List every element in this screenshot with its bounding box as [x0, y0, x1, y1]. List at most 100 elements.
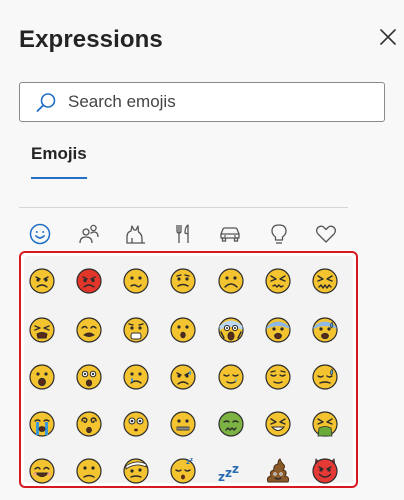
emoji-sleeping-face[interactable]: zz	[169, 457, 197, 485]
emoji-slightly-frowning-face[interactable]	[75, 457, 103, 485]
emoji-nauseated-face[interactable]	[217, 410, 245, 438]
emoji-zipper-mouth-face[interactable]	[169, 410, 197, 438]
emoji-grid: zzzzz	[19, 251, 358, 488]
divider	[19, 207, 348, 208]
emoji-fearful-face[interactable]	[264, 316, 292, 344]
emoji-confused-face[interactable]	[122, 267, 150, 295]
emoji-flushed-face[interactable]	[122, 410, 150, 438]
open-mouth-face-icon	[29, 364, 55, 390]
svg-text:z: z	[190, 457, 193, 463]
lightbulb-icon	[271, 224, 287, 244]
emoji-worried-face[interactable]	[169, 267, 197, 295]
sleeping-face-icon: zz	[170, 457, 196, 484]
close-button[interactable]	[378, 27, 398, 47]
emoji-frowning-face[interactable]	[217, 267, 245, 295]
emoji-downcast-sweat-face[interactable]	[311, 363, 339, 391]
smiley-face-icon	[29, 223, 51, 245]
animal-icon	[126, 225, 145, 244]
zzz-icon: zzz	[218, 462, 239, 484]
category-smileys[interactable]	[26, 218, 54, 250]
category-travel[interactable]	[216, 218, 244, 250]
car-icon	[220, 227, 240, 242]
emoji-confounded-face[interactable]	[311, 267, 339, 295]
emoji-astonished-face[interactable]	[75, 363, 103, 391]
emoji-sleepy-face[interactable]	[217, 363, 245, 391]
tab-selected-indicator	[31, 177, 87, 179]
emoji-vomiting-face[interactable]	[311, 410, 339, 438]
category-bar	[0, 218, 404, 250]
astonished-face-icon	[76, 364, 102, 390]
weary-face-icon	[76, 317, 102, 343]
emoji-pile-of-poo[interactable]	[264, 457, 292, 485]
emoji-squinting-face[interactable]	[264, 410, 292, 438]
fearful-face-icon	[265, 317, 291, 343]
relieved-face-icon	[265, 364, 291, 390]
sad-sweat-face-icon	[170, 364, 196, 390]
slightly-frowning-face-icon	[76, 458, 102, 484]
svg-text:z: z	[232, 462, 239, 476]
tab-emojis[interactable]: Emojis	[31, 144, 87, 164]
downcast-sweat-face-icon	[312, 364, 338, 390]
emoji-anguished-face[interactable]	[122, 316, 150, 344]
dizzy-face-icon	[76, 411, 102, 437]
close-icon	[380, 29, 396, 45]
people-icon	[79, 224, 99, 244]
emoji-anxious-sweat-face[interactable]	[311, 316, 339, 344]
emoji-screaming-face[interactable]	[217, 316, 245, 344]
category-objects[interactable]	[265, 218, 293, 250]
pouting-face-icon	[76, 268, 102, 294]
emoji-loudly-crying-face[interactable]	[28, 410, 56, 438]
frowning-face-icon	[218, 268, 244, 294]
persevering-face-icon	[265, 268, 291, 294]
emoji-persevering-face[interactable]	[264, 267, 292, 295]
anguished-face-icon	[123, 317, 149, 343]
category-people[interactable]	[75, 218, 103, 250]
angry-face-icon	[29, 268, 55, 294]
category-animals[interactable]	[121, 218, 149, 250]
emoji-crying-face[interactable]	[122, 363, 150, 391]
emoji-tired-face[interactable]	[28, 316, 56, 344]
hushed-face-icon	[170, 317, 196, 343]
crying-face-icon	[123, 364, 149, 390]
emoji-angry-face[interactable]	[28, 267, 56, 295]
smiling-closed-eyes-face-icon	[29, 458, 55, 484]
panel-title: Expressions	[19, 26, 163, 53]
svg-text:z: z	[218, 470, 225, 484]
confused-face-icon	[123, 268, 149, 294]
emoji-open-mouth-face[interactable]	[28, 363, 56, 391]
bandaged-face-icon	[123, 458, 149, 484]
loudly-crying-face-icon	[29, 411, 55, 437]
emoji-pouting-face[interactable]	[75, 267, 103, 295]
search-icon	[36, 93, 56, 112]
category-symbols[interactable]	[312, 218, 340, 250]
emoji-hushed-face[interactable]	[169, 316, 197, 344]
squinting-face-icon	[265, 411, 291, 437]
search-box[interactable]	[19, 82, 385, 122]
nauseated-face-icon	[218, 411, 244, 437]
svg-text:z: z	[225, 466, 232, 480]
screaming-face-icon	[218, 317, 244, 343]
sleepy-face-icon	[218, 364, 244, 390]
flushed-face-icon	[123, 411, 149, 437]
category-food[interactable]	[169, 218, 197, 250]
emoji-dizzy-face[interactable]	[75, 410, 103, 438]
vomiting-face-icon	[312, 411, 338, 437]
emoji-grid-inner: zzzzz	[24, 256, 353, 485]
pile-of-poo-icon	[266, 458, 290, 483]
tired-face-icon	[29, 317, 55, 343]
search-input[interactable]	[68, 83, 378, 121]
confounded-face-icon	[312, 268, 338, 294]
emoji-zzz[interactable]: zzz	[217, 457, 245, 485]
zipper-mouth-face-icon	[170, 411, 196, 437]
emoji-bandaged-face[interactable]	[122, 457, 150, 485]
worried-face-icon	[170, 268, 196, 294]
emoji-weary-face[interactable]	[75, 316, 103, 344]
emoji-smiling-closed-eyes-face[interactable]	[28, 457, 56, 485]
smiling-devil-icon	[312, 458, 338, 484]
emoji-sad-sweat-face[interactable]	[169, 363, 197, 391]
emoji-relieved-face[interactable]	[264, 363, 292, 391]
emoji-smiling-devil[interactable]	[311, 457, 339, 485]
fork-knife-icon	[176, 224, 189, 243]
anxious-sweat-face-icon	[312, 317, 338, 343]
heart-icon	[315, 225, 337, 243]
